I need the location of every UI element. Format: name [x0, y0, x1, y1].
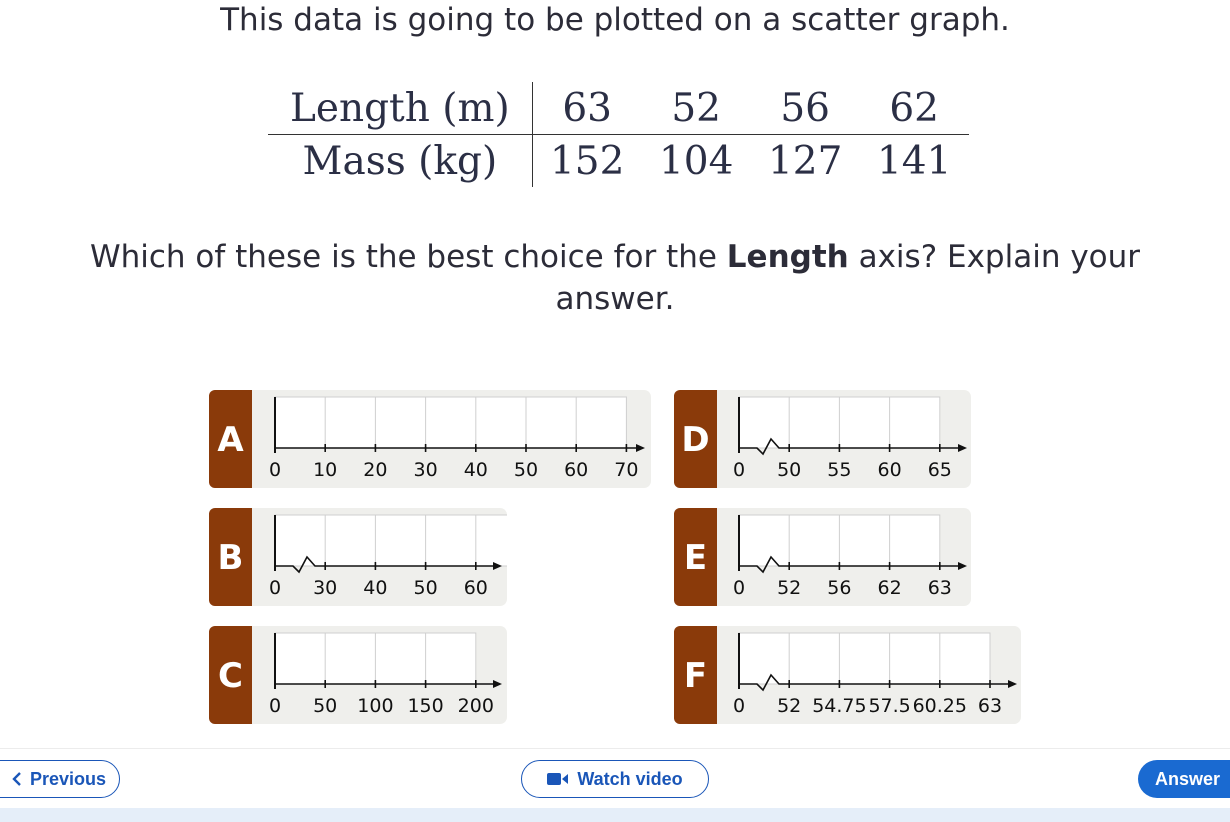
tick-label: 0	[269, 695, 281, 717]
tick-label: 57.5	[868, 695, 910, 717]
tick-label: 50	[313, 695, 337, 717]
table-row-length: Length (m) 63 52 56 62	[268, 82, 969, 135]
video-camera-icon	[547, 773, 569, 785]
option-d[interactable]: D 0 50 55 60 65	[674, 390, 971, 488]
tick-label: 56	[827, 577, 851, 599]
watch-video-label: Watch video	[577, 768, 683, 789]
option-b[interactable]: B 0 30 40 50 60	[209, 508, 507, 606]
row-label-mass: Mass (kg)	[268, 134, 533, 187]
option-letter: E	[674, 508, 717, 606]
option-c[interactable]: C 0 50 100 150 200	[209, 626, 507, 724]
tick-label: 60	[878, 459, 902, 481]
tick-label: 50	[514, 459, 538, 481]
table-cell: 104	[658, 138, 734, 184]
grid-box	[274, 396, 627, 449]
intro-text: This data is going to be plotted on a sc…	[220, 2, 1010, 38]
grid-box	[274, 514, 507, 567]
axis-svg: 0 52 54.75 57.5 60.25 63	[733, 632, 1017, 717]
tick-label: 50	[414, 577, 438, 599]
option-letter: A	[209, 390, 252, 488]
axis-arrow-icon	[958, 444, 967, 452]
grid-box	[738, 632, 991, 685]
option-letter: F	[674, 626, 717, 724]
tick-label: 30	[313, 577, 337, 599]
chevron-left-icon	[12, 772, 21, 786]
answer-label: Answer	[1155, 768, 1221, 789]
axis-arrow-icon	[958, 562, 967, 570]
tick-label: 55	[827, 459, 851, 481]
tick-label: 40	[464, 459, 488, 481]
axis-arrow-icon	[493, 680, 502, 688]
answer-button[interactable]: Answer	[1138, 760, 1230, 798]
table-cell: 52	[641, 82, 751, 135]
axis-svg: 0 50 100 150 200	[269, 632, 502, 717]
tick-label: 50	[777, 459, 801, 481]
table-cell: 56	[750, 82, 860, 135]
tick-label: 70	[614, 459, 638, 481]
tick-label: 150	[407, 695, 443, 717]
option-letter: B	[209, 508, 252, 606]
table-cell: 63	[532, 82, 642, 135]
axis-arrow-icon	[1008, 680, 1017, 688]
option-letter: D	[674, 390, 717, 488]
tick-label: 60.25	[913, 695, 967, 717]
tick-label: 40	[363, 577, 387, 599]
option-f[interactable]: F 0 52 54.75 57.5 60.25 63	[674, 626, 1021, 724]
previous-label: Previous	[29, 768, 107, 789]
tick-label: 30	[414, 459, 438, 481]
tick-label: 60	[564, 459, 588, 481]
bottom-divider	[0, 748, 1230, 749]
tick-label: 0	[269, 459, 281, 481]
axis-svg: 0 52 56 62 63	[733, 514, 967, 599]
tick-label: 200	[458, 695, 494, 717]
footer-bar	[0, 808, 1230, 822]
question-text: Which of these is the best choice for th…	[40, 236, 1190, 320]
question-bold: Length	[726, 239, 849, 275]
tick-label: 63	[928, 577, 952, 599]
tick-label: 60	[464, 577, 488, 599]
table-cell: 141	[876, 138, 952, 184]
table-row-mass: Mass (kg) 152 104 127 141	[268, 134, 969, 187]
tick-label: 52	[777, 577, 801, 599]
axis-svg: 0 50 55 60 65	[733, 396, 967, 481]
tick-label: 63	[978, 695, 1002, 717]
option-letter: C	[209, 626, 252, 724]
watch-video-button[interactable]: Watch video	[521, 760, 709, 798]
tick-label: 52	[777, 695, 801, 717]
previous-button[interactable]: Previous	[0, 760, 120, 798]
option-e[interactable]: E 0 52 56 62 63	[674, 508, 971, 606]
tick-label: 0	[733, 459, 745, 481]
axis-svg: 0 10 20 30 40 50 60 70	[269, 396, 645, 481]
table-cell: 62	[859, 82, 969, 135]
row-label-length: Length (m)	[268, 82, 533, 135]
tick-label: 65	[928, 459, 952, 481]
tick-label: 0	[269, 577, 281, 599]
option-a[interactable]: A 0 10 20 30 40 50 60 70	[209, 390, 651, 488]
tick-label: 54.75	[812, 695, 866, 717]
tick-label: 20	[363, 459, 387, 481]
data-table: Length (m) 63 52 56 62 Mass (kg) 152 104…	[268, 82, 969, 187]
tick-label: 62	[878, 577, 902, 599]
question-part: Which of these is the best choice for th…	[89, 239, 727, 275]
tick-label: 0	[733, 695, 745, 717]
axis-arrow-icon	[636, 444, 645, 452]
tick-label: 10	[313, 459, 337, 481]
axis-svg: 0 30 40 50 60	[269, 514, 507, 599]
tick-label: 100	[357, 695, 393, 717]
tick-label: 0	[733, 577, 745, 599]
table-cell: 127	[767, 138, 843, 184]
table-cell: 152	[549, 138, 625, 184]
